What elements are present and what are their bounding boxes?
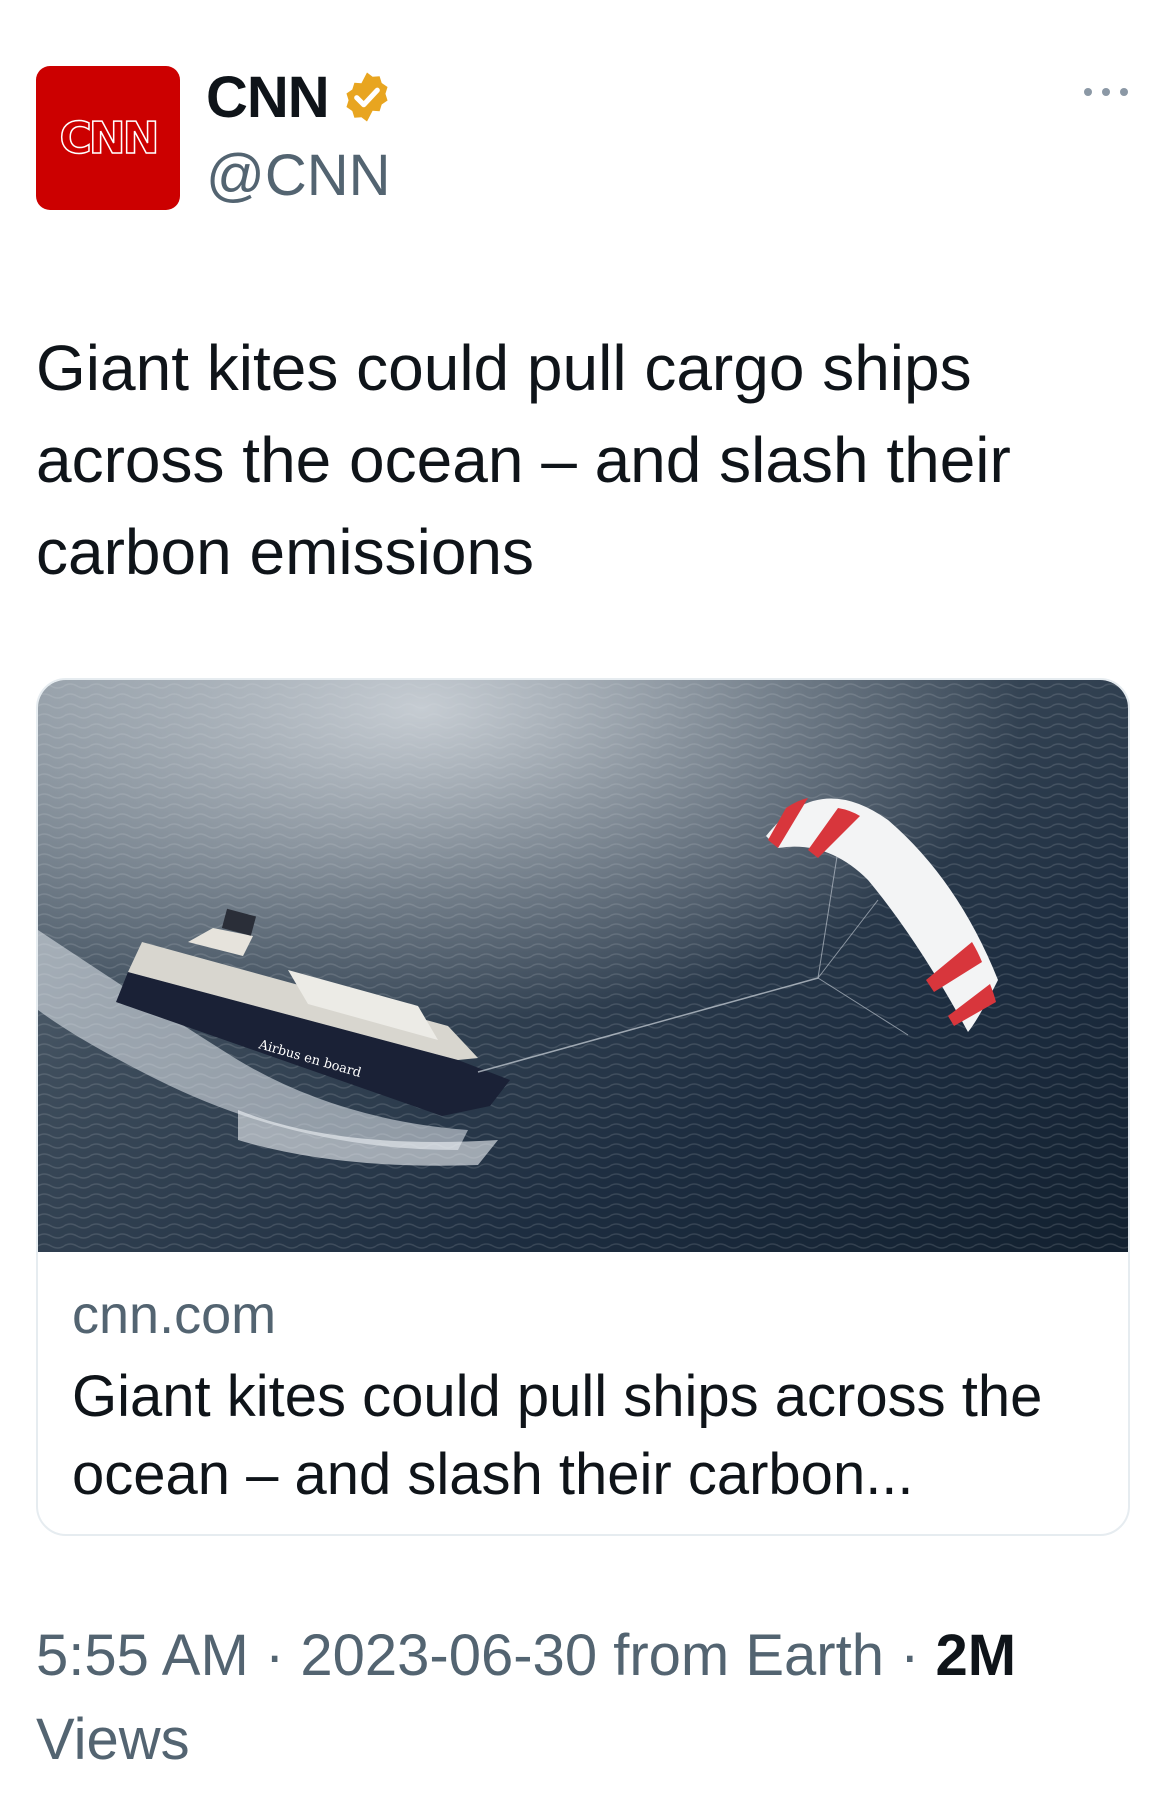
tweet-time[interactable]: 5:55 AM	[36, 1623, 249, 1688]
handle[interactable]: @CNN	[206, 142, 391, 209]
card-title[interactable]: Giant kites could pull ships across the …	[72, 1358, 1094, 1514]
more-horizontal-icon[interactable]	[1084, 84, 1128, 100]
avatar[interactable]: CNN	[36, 66, 180, 210]
link-card[interactable]: Airbus en board cnn.com Giant kites coul…	[36, 678, 1130, 1536]
article-image[interactable]: Airbus en board	[38, 680, 1130, 1252]
views-count[interactable]: 2M	[936, 1623, 1017, 1688]
tweet-header: CNN CNN @CNN	[36, 64, 1134, 212]
separator: ·	[264, 1623, 285, 1688]
card-domain: cnn.com	[72, 1285, 277, 1345]
card-meta: cnn.com Giant kites could pull ships acr…	[72, 1280, 1094, 1514]
verified-badge-icon	[346, 72, 388, 122]
tweet-source: from Earth	[613, 1623, 884, 1688]
views-label: Views	[36, 1707, 190, 1772]
name-row: CNN	[206, 64, 395, 131]
cnn-logo: CNN	[59, 112, 160, 165]
tweet-text: Giant kites could pull cargo ships acros…	[36, 332, 1011, 588]
tweet-date[interactable]: 2023-06-30	[300, 1623, 597, 1688]
display-name[interactable]: CNN	[206, 64, 330, 131]
tweet-footer: 5:55 AM · 2023-06-30 from Earth · 2M Vie…	[36, 1614, 1136, 1782]
separator: ·	[900, 1623, 920, 1688]
